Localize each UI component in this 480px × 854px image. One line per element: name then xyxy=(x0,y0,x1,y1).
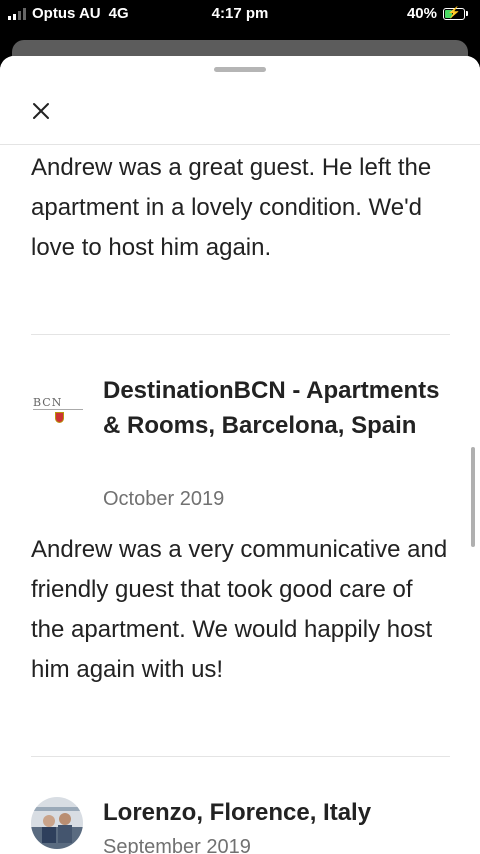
close-button[interactable] xyxy=(26,96,56,126)
status-right: 40% ⚡ xyxy=(407,5,468,22)
bolt-icon: ⚡ xyxy=(447,6,461,19)
reviews-list[interactable]: Andrew was a great guest. He left the ap… xyxy=(0,145,480,854)
avatar-logo-text: BCN xyxy=(33,396,63,409)
review-item: Andrew was a great guest. He left the ap… xyxy=(0,148,480,268)
battery-charging-icon: ⚡ xyxy=(443,6,465,20)
avatar[interactable]: BCN xyxy=(33,396,83,442)
reviewer-name: DestinationBCN - Apartments & Rooms, Bar… xyxy=(103,377,440,439)
review-text: Andrew was a very communicative and frie… xyxy=(31,536,448,683)
reviewer-header: Lorenzo, Florence, Italy September 2019 xyxy=(31,795,451,854)
battery-percent: 40% xyxy=(406,5,437,22)
reviews-sheet: Andrew was a great guest. He left the ap… xyxy=(0,56,480,854)
review-item: Andrew was a very communicative and frie… xyxy=(0,530,480,690)
shield-icon xyxy=(55,412,64,423)
status-bar: Optus AU 4G 4:17 pm 40% ⚡ xyxy=(0,0,480,30)
review-date: October 2019 xyxy=(103,488,225,510)
avatar[interactable] xyxy=(31,797,83,849)
logo-line xyxy=(33,409,83,410)
divider xyxy=(31,334,450,335)
close-icon xyxy=(33,103,49,119)
avatar-photo xyxy=(31,797,83,849)
review-text: Andrew was a great guest. He left the ap… xyxy=(31,154,432,261)
sheet-grabber[interactable] xyxy=(214,67,266,72)
reviewer-header: BCN DestinationBCN - Apartments & Rooms,… xyxy=(31,373,451,513)
reviewer-name: Lorenzo, Florence, Italy xyxy=(103,799,372,826)
divider xyxy=(31,756,450,757)
review-date: September 2019 xyxy=(103,836,251,854)
scroll-indicator[interactable] xyxy=(471,447,475,547)
sheet-header xyxy=(0,56,480,145)
battery-cap xyxy=(466,11,468,16)
